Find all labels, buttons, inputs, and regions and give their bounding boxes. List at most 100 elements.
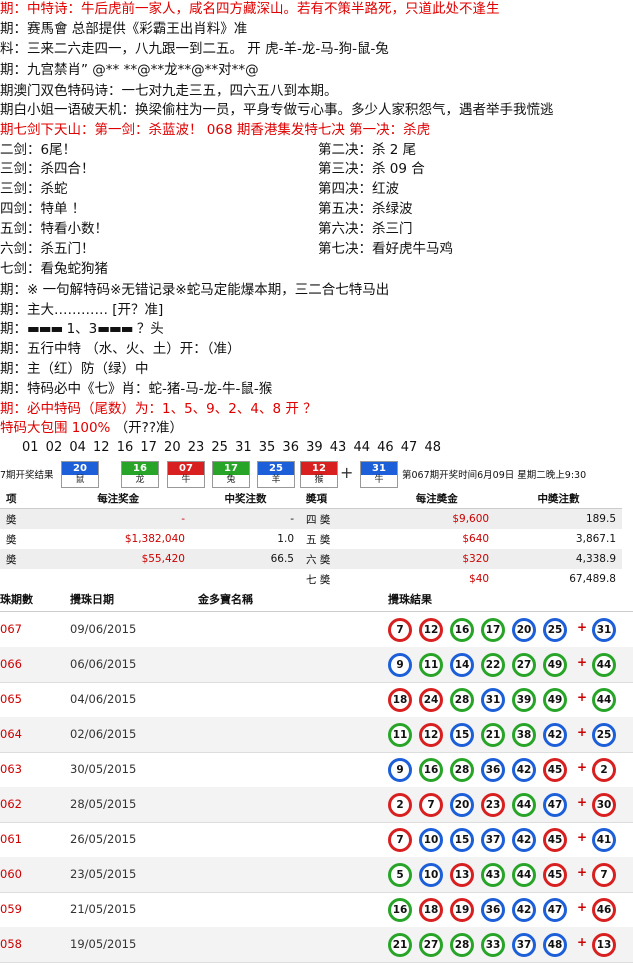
prize-amount: $640 (462, 533, 490, 545)
result-row[interactable]: 065 04/06/2015 18 24 28 31 39 49 +44 (0, 682, 633, 718)
lottery-ball: 28 (450, 933, 474, 957)
lottery-ball: 23 (481, 793, 505, 817)
result-row[interactable]: 066 06/06/2015 9 11 14 22 27 49 +44 (0, 647, 633, 683)
lottery-ball: 17 (481, 618, 505, 642)
result-row[interactable]: 067 09/06/2015 7 12 16 17 20 25 +31 (0, 612, 633, 648)
result-date: 26/05/2015 (70, 832, 137, 846)
text-line-7: 期七剑下天山：第一剑：杀蓝波！ 068 期香港集发特七决 第一决：杀虎 (0, 122, 431, 138)
lottery-ball: 42 (512, 828, 536, 852)
lottery-ball: 48 (543, 933, 567, 957)
draw-result-strip: 7期开奖结果 20 鼠 16 龙 07 牛 17 兔 25 羊 12 猴 31 牛 + 第067期开奖时间… (0, 459, 633, 488)
text-line-6: 期白小姐一语破天机：换梁偷柱为一员，平身专做亏心事。多少人家积怨气，遇者举手我慌… (0, 102, 554, 118)
result-row[interactable]: 062 28/05/2015 2 7 20 23 44 47 +30 (0, 787, 633, 823)
prize-name: 奬 (0, 508, 46, 529)
result-draw-no[interactable]: 063 (0, 762, 22, 776)
result-row[interactable]: 063 30/05/2015 9 16 28 36 42 45 +2 (0, 752, 633, 788)
lottery-ball: 25 (543, 618, 567, 642)
lottery-ball: 45 (543, 863, 567, 887)
result-draw-no[interactable]: 061 (0, 832, 22, 846)
prize-left-h1: 项 (0, 488, 46, 509)
sword-left-3: 三剑：杀蛇 (0, 181, 68, 197)
lottery-special-ball: 44 (592, 688, 616, 712)
text-line-13: 期：特码必中《七》肖：蛇-猪-马-龙-牛-鼠-猴 (0, 381, 273, 397)
baowei-title: 特码大包围 100% (0, 420, 115, 436)
result-row[interactable]: 058 19/05/2015 21 27 28 33 37 48 +13 (0, 927, 633, 963)
lottery-ball: 24 (419, 688, 443, 712)
draw-ball-number: 25 (258, 462, 294, 475)
lottery-ball: 12 (419, 723, 443, 747)
result-row[interactable]: 059 21/05/2015 16 18 19 36 42 47 +46 (0, 892, 633, 928)
sword-left-5: 五剑：特看小数！ (0, 221, 108, 237)
lottery-ball: 13 (450, 863, 474, 887)
lottery-ball: 15 (450, 828, 474, 852)
text-line-3: 料：三来二六走四一，八九跟一到二五。 开 虎-羊-龙-马-狗-鼠-兔 (0, 41, 389, 57)
result-date: 28/05/2015 (70, 797, 137, 811)
prize-left-row: 奬 - - (0, 508, 300, 529)
result-date: 02/06/2015 (70, 727, 137, 741)
result-plus: + (577, 900, 588, 914)
lottery-ball: 11 (419, 653, 443, 677)
draw-ball-number: 17 (213, 462, 249, 475)
text-line-9: 期：主大………… [开？准] (0, 302, 164, 318)
bars-left: ▬▬▬ (27, 321, 63, 337)
draw-ball-zodiac: 龙 (135, 475, 145, 485)
prize-amount: $9,600 (378, 508, 496, 529)
lottery-ball: 36 (481, 898, 505, 922)
lottery-special-ball: 41 (592, 828, 616, 852)
result-plus: + (577, 795, 588, 809)
prize-left-row: 奬 $1,382,040 1.0 (0, 529, 300, 549)
lottery-ball: 49 (543, 688, 567, 712)
lottery-ball: 15 (450, 723, 474, 747)
sword-left-2: 三剑：杀四合！ (0, 161, 95, 177)
prize-left-row: 奬 $55,420 66.5 (0, 549, 300, 569)
lottery-special-ball: 46 (592, 898, 616, 922)
prize-count: 1.0 (277, 533, 294, 545)
prize-left-h3: 中奖注数 (190, 488, 300, 509)
lottery-ball: 7 (388, 618, 412, 642)
line-10-tail: ？头 (136, 321, 164, 337)
draw-ball-number: 07 (168, 462, 204, 475)
result-draw-no[interactable]: 058 (0, 937, 22, 951)
result-date: 21/05/2015 (70, 902, 137, 916)
result-plus: + (577, 725, 588, 739)
prize-name: 奬 (6, 533, 17, 546)
lottery-ball: 21 (388, 933, 412, 957)
prize-count: 66.5 (190, 549, 300, 569)
lottery-special-ball: 44 (592, 653, 616, 677)
lottery-ball: 37 (481, 828, 505, 852)
result-draw-no[interactable]: 066 (0, 657, 22, 671)
result-draw-no[interactable]: 062 (0, 797, 22, 811)
lottery-special-ball: 31 (592, 618, 616, 642)
lottery-ball: 47 (543, 793, 567, 817)
lottery-ball: 20 (450, 793, 474, 817)
result-date: 30/05/2015 (70, 762, 137, 776)
lottery-ball: 33 (481, 933, 505, 957)
result-row[interactable]: 061 26/05/2015 7 10 15 37 42 45 +41 (0, 822, 633, 858)
sword-left-1: 二剑：6尾！ (0, 142, 77, 158)
lottery-ball: 49 (543, 653, 567, 677)
sword-right-7: 第七决：看好虎牛马鸡 (318, 241, 453, 257)
prize-name: 奬 (0, 549, 46, 569)
lottery-ball: 27 (419, 933, 443, 957)
sword-left-6: 六剑：杀五门！ (0, 241, 95, 257)
result-draw-no[interactable]: 064 (0, 727, 22, 741)
result-draw-no[interactable]: 060 (0, 867, 22, 881)
result-draw-no[interactable]: 065 (0, 692, 22, 706)
results-header: 珠期數 攪珠日期 金多寶名稱 攪珠結果 (0, 585, 633, 612)
lottery-ball: 21 (481, 723, 505, 747)
lottery-ball: 44 (512, 793, 536, 817)
results-col-result: 攪珠結果 (388, 593, 432, 606)
result-row[interactable]: 060 23/05/2015 5 10 13 43 44 45 +7 (0, 857, 633, 893)
lottery-ball: 16 (450, 618, 474, 642)
lottery-ball: 7 (388, 828, 412, 852)
prize-right-row: 五 奬 $640 3,867.1 (300, 529, 622, 549)
lottery-special-ball: 30 (592, 793, 616, 817)
result-row[interactable]: 064 02/06/2015 11 12 15 21 38 42 +25 (0, 717, 633, 753)
text-line-15: 特码大包围 100% （开??准） (0, 419, 183, 437)
lottery-special-ball: 7 (592, 863, 616, 887)
draw-ball-zodiac: 牛 (374, 475, 384, 485)
lottery-ball: 16 (419, 758, 443, 782)
lottery-ball: 42 (512, 898, 536, 922)
result-draw-no[interactable]: 067 (0, 622, 22, 636)
result-draw-no[interactable]: 059 (0, 902, 22, 916)
